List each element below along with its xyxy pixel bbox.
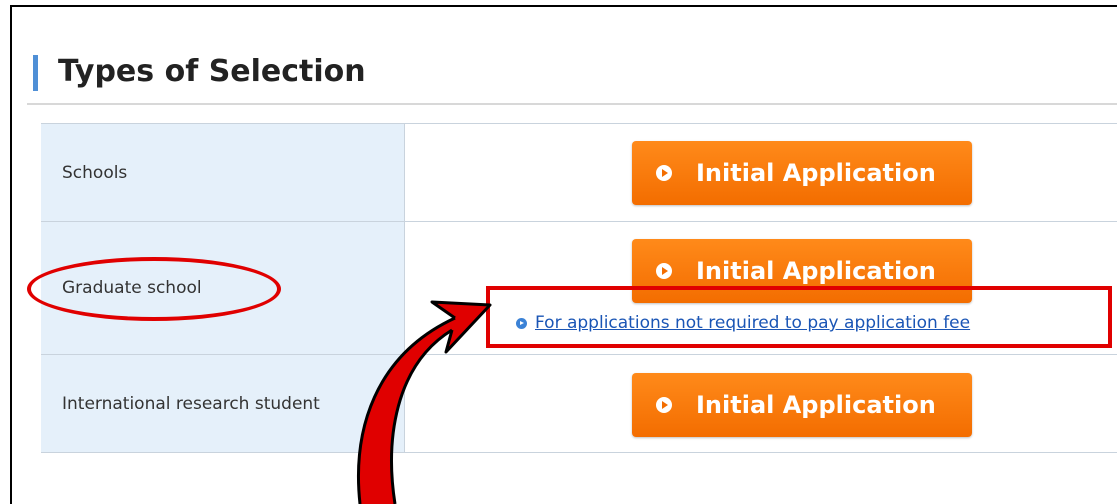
annotation-curved-arrow <box>357 300 492 504</box>
